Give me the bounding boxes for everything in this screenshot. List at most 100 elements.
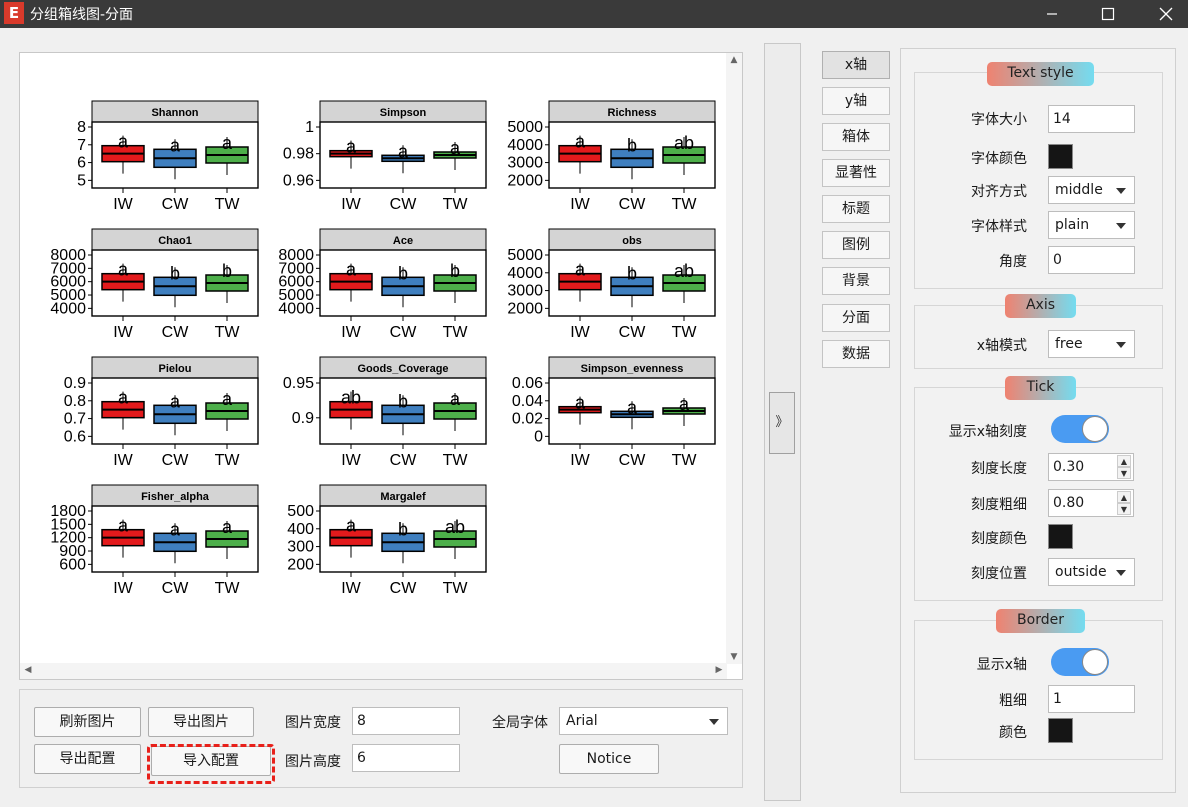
vertical-scrollbar[interactable]: ▲ ▼ xyxy=(726,53,742,664)
image-height-input[interactable]: 6 xyxy=(352,744,460,772)
significance-letter: a xyxy=(627,397,638,417)
y-tick-label: 300 xyxy=(287,539,314,556)
y-tick-label: 2000 xyxy=(507,172,543,189)
close-button[interactable] xyxy=(1144,0,1188,28)
tab-background[interactable]: 背景 xyxy=(822,267,890,295)
tab-significance[interactable]: 显著性 xyxy=(822,159,890,187)
export-image-button[interactable]: 导出图片 xyxy=(148,707,254,737)
close-icon xyxy=(1159,7,1173,21)
tick-position-value: outside xyxy=(1055,564,1107,580)
x-tick-label: CW xyxy=(390,324,418,341)
refresh-image-button[interactable]: 刷新图片 xyxy=(34,707,141,737)
significance-letter: a xyxy=(118,516,129,536)
significance-letter: a xyxy=(222,517,233,537)
x-tick-label: TW xyxy=(215,324,241,341)
tab-data[interactable]: 数据 xyxy=(822,340,890,368)
significance-letter: a xyxy=(346,137,357,157)
spin-up-icon[interactable]: ▲ xyxy=(1117,491,1131,503)
global-font-value: Arial xyxy=(566,713,598,729)
y-tick-label: 5000 xyxy=(507,119,543,136)
x-tick-label: IW xyxy=(341,324,361,341)
y-tick-label: 3000 xyxy=(507,155,543,172)
significance-letter: b xyxy=(627,135,637,155)
tab-y-axis[interactable]: y轴 xyxy=(822,87,890,115)
x-tick-label: TW xyxy=(215,580,241,597)
collapse-toggle-button[interactable]: 》 xyxy=(769,392,795,454)
x-tick-label: CW xyxy=(162,452,190,469)
font-size-input[interactable]: 14 xyxy=(1048,105,1135,133)
align-label: 对齐方式 xyxy=(971,184,1027,200)
tick-position-select[interactable]: outside xyxy=(1048,558,1135,586)
x-tick-label: TW xyxy=(443,580,469,597)
minimize-button[interactable] xyxy=(1030,0,1074,28)
spin-down-icon[interactable]: ▼ xyxy=(1117,467,1131,479)
export-config-button[interactable]: 导出配置 xyxy=(34,744,141,774)
significance-letter: a xyxy=(118,132,129,152)
y-tick-label: 5000 xyxy=(507,247,543,264)
significance-letter: a xyxy=(679,394,690,414)
tick-length-spinner[interactable]: 0.30 ▲ ▼ xyxy=(1048,453,1134,481)
significance-letter: a xyxy=(575,393,586,413)
tab-facet[interactable]: 分面 xyxy=(822,304,890,332)
y-tick-label: 0.98 xyxy=(283,146,314,163)
x-tick-label: CW xyxy=(390,452,418,469)
tick-length-label: 刻度长度 xyxy=(971,461,1027,477)
tick-color-swatch[interactable] xyxy=(1048,524,1073,549)
significance-letter: ab xyxy=(674,133,694,153)
spin-up-icon[interactable]: ▲ xyxy=(1117,455,1131,467)
significance-letter: b xyxy=(398,391,408,411)
y-tick-label: 0.8 xyxy=(64,393,86,410)
notice-button[interactable]: Notice xyxy=(559,744,659,774)
maximize-icon xyxy=(1101,7,1115,21)
significance-letter: a xyxy=(222,389,233,409)
facet-boxplot: Shannon 8765 a IW a CW a TW Simpson 1 0.98 0.96 a IW a… xyxy=(50,100,716,597)
x-tick-label: CW xyxy=(390,196,418,213)
tab-x-axis[interactable]: x轴 xyxy=(822,51,890,79)
y-tick-label: 5 xyxy=(77,172,86,189)
font-style-label: 字体样式 xyxy=(971,219,1027,235)
x-tick-label: IW xyxy=(570,196,590,213)
y-tick-label: 3000 xyxy=(507,283,543,300)
font-color-swatch[interactable] xyxy=(1048,144,1073,169)
border-color-swatch[interactable] xyxy=(1048,718,1073,743)
show-x-axis-label: 显示x轴 xyxy=(976,657,1027,673)
scroll-down-icon[interactable]: ▼ xyxy=(726,652,742,662)
scroll-up-icon[interactable]: ▲ xyxy=(726,55,742,65)
significance-letter: b xyxy=(398,263,408,283)
scroll-right-icon[interactable]: ▶ xyxy=(711,665,727,675)
x-tick-label: IW xyxy=(341,452,361,469)
border-width-input[interactable]: 1 xyxy=(1048,685,1135,713)
tick-width-spinner[interactable]: 0.80 ▲ ▼ xyxy=(1048,489,1134,517)
horizontal-scrollbar[interactable]: ◀ ▶ xyxy=(20,663,727,679)
align-select[interactable]: middle xyxy=(1048,176,1135,204)
x-tick-label: CW xyxy=(162,196,190,213)
spin-down-icon[interactable]: ▼ xyxy=(1117,503,1131,515)
tab-legend[interactable]: 图例 xyxy=(822,231,890,259)
border-width-label: 粗细 xyxy=(999,693,1027,709)
x-tick-label: CW xyxy=(619,196,647,213)
significance-letter: a xyxy=(170,391,181,411)
significance-letter: a xyxy=(170,135,181,155)
global-font-select[interactable]: Arial xyxy=(559,707,728,735)
facet-title: Pielou xyxy=(158,363,191,375)
font-style-select[interactable]: plain xyxy=(1048,211,1135,239)
x-tick-label: TW xyxy=(443,324,469,341)
angle-input[interactable]: 0 xyxy=(1048,246,1135,274)
x-axis-mode-select[interactable]: free xyxy=(1048,330,1135,358)
tick-header: Tick xyxy=(1005,376,1076,400)
tick-width-value: 0.80 xyxy=(1053,495,1085,511)
y-tick-label: 6 xyxy=(77,155,86,172)
tab-title[interactable]: 标题 xyxy=(822,195,890,223)
image-width-input[interactable]: 8 xyxy=(352,707,460,735)
y-tick-label: 0.7 xyxy=(64,411,86,428)
significance-letter: b xyxy=(398,519,408,539)
x-tick-label: CW xyxy=(162,580,190,597)
scroll-left-icon[interactable]: ◀ xyxy=(20,665,36,675)
maximize-button[interactable] xyxy=(1086,0,1130,28)
show-x-axis-toggle[interactable] xyxy=(1051,648,1109,676)
significance-letter: ab xyxy=(445,517,465,537)
tab-box[interactable]: 箱体 xyxy=(822,123,890,151)
show-x-tick-toggle[interactable] xyxy=(1051,415,1109,443)
text-style-header: Text style xyxy=(987,62,1094,86)
y-tick-label: 0.06 xyxy=(512,375,543,392)
